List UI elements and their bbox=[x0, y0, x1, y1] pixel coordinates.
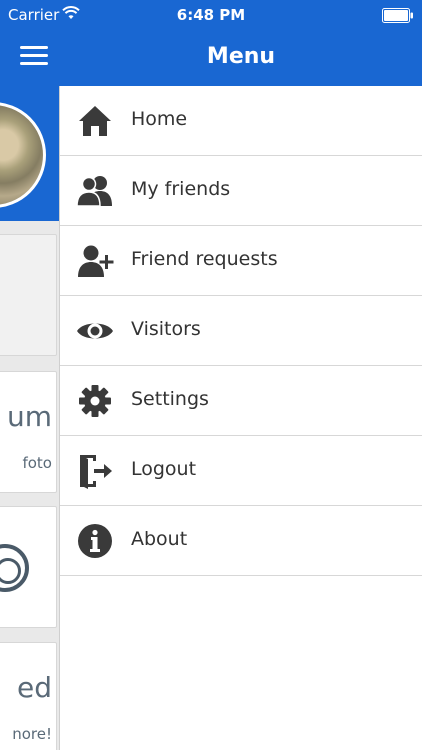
menu-item-my-friends[interactable]: My friends bbox=[60, 156, 422, 226]
menu-item-label: Friend requests bbox=[131, 248, 278, 270]
eye-icon bbox=[77, 323, 113, 339]
background-card[interactable] bbox=[0, 506, 57, 628]
card-subtitle: nore! bbox=[12, 725, 52, 743]
battery-icon bbox=[382, 8, 413, 23]
hamburger-line bbox=[20, 46, 48, 49]
background-card[interactable]: um foto bbox=[0, 371, 57, 493]
menu-item-label: Home bbox=[131, 108, 188, 130]
gear-icon bbox=[79, 385, 111, 417]
background-card bbox=[0, 234, 57, 356]
hamburger-menu-button[interactable] bbox=[20, 44, 48, 68]
menu-item-home[interactable]: Home bbox=[60, 86, 422, 156]
nav-bar: Menu bbox=[0, 30, 422, 86]
nav-title: Menu bbox=[206, 44, 276, 69]
card-title: um bbox=[6, 400, 52, 433]
menu-item-logout[interactable]: Logout bbox=[60, 436, 422, 506]
menu-item-label: Logout bbox=[131, 458, 197, 480]
card-subtitle: foto bbox=[22, 454, 52, 472]
menu-item-visitors[interactable]: Visitors bbox=[60, 296, 422, 366]
menu-item-about[interactable]: About bbox=[60, 506, 422, 576]
status-time: 6:48 PM bbox=[176, 6, 246, 24]
menu-item-label: My friends bbox=[131, 178, 231, 200]
info-icon bbox=[78, 524, 112, 558]
card-title: ed bbox=[17, 671, 52, 704]
side-menu: Home My friends Friend requests Visitors bbox=[60, 86, 422, 750]
menu-item-label: Settings bbox=[131, 388, 209, 410]
menu-item-friend-requests[interactable]: Friend requests bbox=[60, 226, 422, 296]
background-card[interactable]: ed nore! bbox=[0, 642, 57, 750]
hamburger-line bbox=[20, 54, 48, 57]
add-friend-icon bbox=[78, 245, 114, 277]
home-icon bbox=[79, 106, 111, 136]
profile-header bbox=[0, 86, 60, 221]
logout-icon bbox=[80, 455, 112, 489]
avatar[interactable] bbox=[0, 102, 46, 208]
menu-item-label: About bbox=[131, 528, 188, 550]
menu-item-settings[interactable]: Settings bbox=[60, 366, 422, 436]
friends-icon bbox=[76, 176, 112, 207]
camera-shutter-icon bbox=[0, 544, 29, 592]
top-bar: Carrier 6:48 PM Menu bbox=[0, 0, 422, 86]
menu-item-label: Visitors bbox=[131, 318, 201, 340]
status-bar: Carrier 6:48 PM bbox=[0, 0, 422, 30]
hamburger-line bbox=[20, 62, 48, 65]
background-page: um foto ed nore! bbox=[0, 86, 60, 750]
